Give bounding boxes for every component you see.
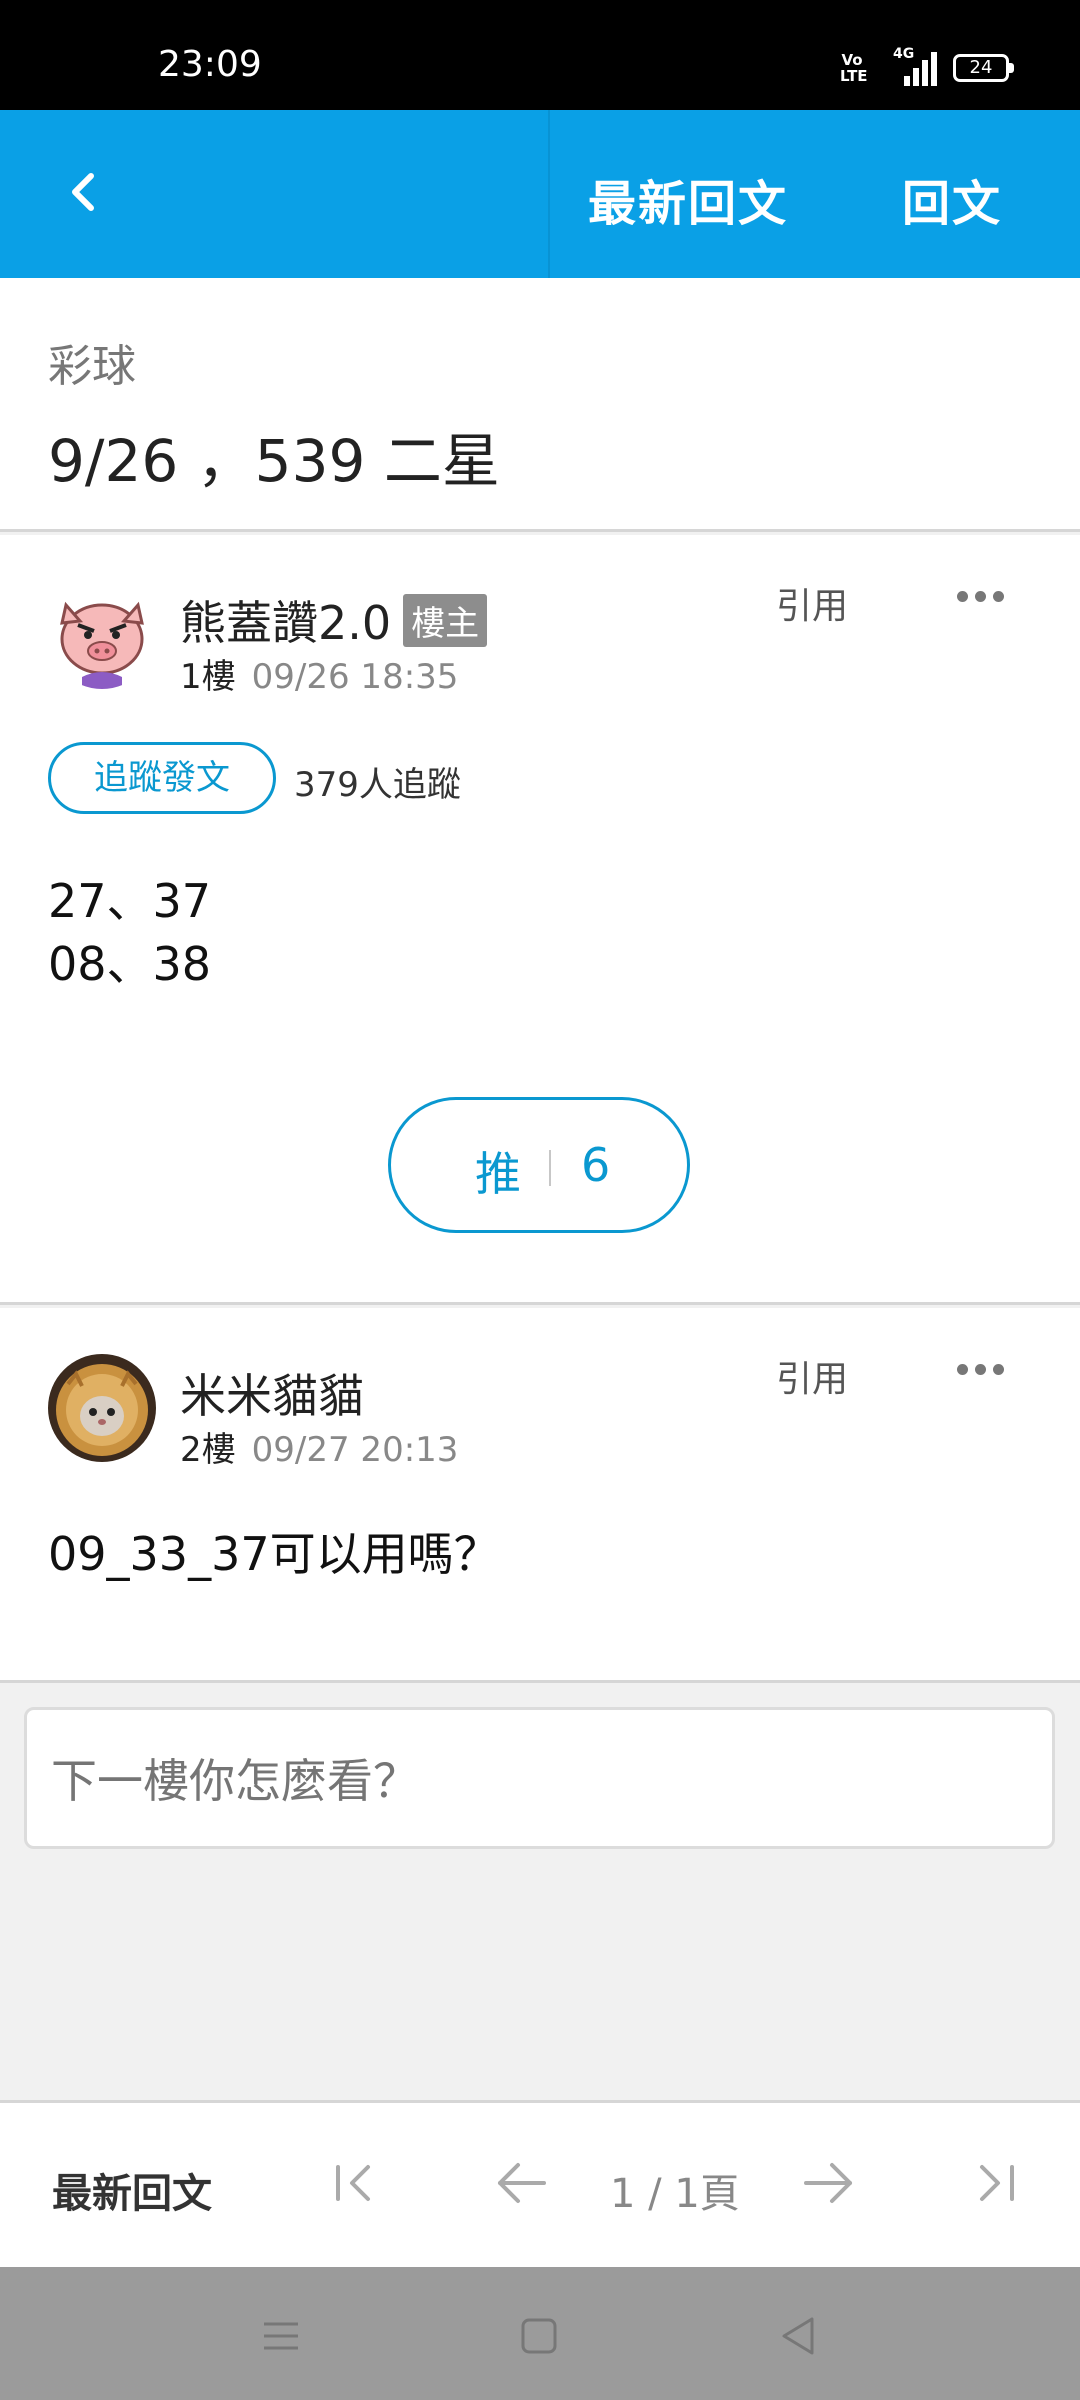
- username-text: 熊蓋讚2.0: [180, 596, 392, 650]
- floor-number: 1樓: [180, 657, 236, 697]
- post-floor-1: 熊蓋讚2.0 樓主 1樓 09/26 18:35 引用 追蹤發文 379人追蹤 27…: [0, 535, 1080, 1305]
- latest-replies-link[interactable]: 最新回文: [52, 2161, 212, 2219]
- post-body-line: 09_33_37可以用嗎？: [48, 1527, 500, 1581]
- volte-icon: Vo LTE: [840, 51, 868, 85]
- home-nav-button[interactable]: [516, 2313, 562, 2359]
- reply-input[interactable]: [51, 1754, 1031, 1808]
- author-badge: 樓主: [403, 594, 488, 647]
- back-nav-button[interactable]: [776, 2313, 822, 2359]
- arrow-right-icon: [804, 2163, 852, 2203]
- first-page-icon: [336, 2165, 370, 2201]
- back-triangle-icon: [782, 2317, 814, 2355]
- last-page-icon: [980, 2165, 1014, 2201]
- back-button[interactable]: [55, 162, 115, 222]
- post-body-line: 08、38: [48, 937, 212, 991]
- first-page-button[interactable]: [324, 2153, 384, 2213]
- board-category[interactable]: 彩球: [48, 330, 136, 394]
- thread-title: 9/26 ，539 二星: [48, 427, 500, 495]
- push-divider: [549, 1150, 551, 1186]
- reply-button[interactable]: 回文: [902, 164, 1002, 234]
- username[interactable]: 米米貓貓: [180, 1360, 364, 1426]
- more-options-icon[interactable]: [955, 587, 1005, 607]
- chevron-left-icon: [72, 173, 94, 211]
- avatar[interactable]: [48, 581, 156, 689]
- page-indicator: 1 / 1頁: [610, 2171, 740, 2217]
- post-floor-2: 米米貓貓 2樓 09/27 20:13 引用 09_33_37可以用嗎？: [0, 1308, 1080, 1683]
- follow-posts-button[interactable]: 追蹤發文: [48, 742, 276, 814]
- last-page-button[interactable]: [966, 2153, 1026, 2213]
- battery-icon: 24: [953, 54, 1009, 82]
- signal-icon: [880, 52, 937, 86]
- username[interactable]: 熊蓋讚2.0 樓主: [180, 587, 488, 653]
- reply-input-box[interactable]: [24, 1707, 1055, 1849]
- cat-lion-avatar-icon: [48, 1354, 156, 1462]
- more-options-icon[interactable]: [955, 1360, 1005, 1380]
- post-datetime: 09/26 18:35: [251, 657, 459, 697]
- thread-header: 彩球 9/26 ，539 二星: [0, 278, 1080, 532]
- status-bar: 23:09 Vo LTE 4G 24: [0, 0, 1080, 110]
- home-square-icon: [521, 2318, 557, 2354]
- post-body-line: 27、37: [48, 874, 212, 928]
- avatar[interactable]: [48, 1354, 156, 1462]
- pig-avatar-icon: [48, 581, 156, 689]
- push-count: 6: [581, 1138, 611, 1192]
- post-meta: 2樓 09/27 20:13: [180, 1422, 458, 1471]
- push-label: 推: [475, 1147, 521, 1201]
- post-meta: 1樓 09/26 18:35: [180, 649, 458, 698]
- quote-button[interactable]: 引用: [776, 1350, 848, 1402]
- follower-count: 379人追蹤: [294, 765, 461, 805]
- username-text: 米米貓貓: [180, 1369, 364, 1423]
- pagination-bar: 最新回文 1 / 1頁: [0, 2100, 1080, 2267]
- menu-nav-button[interactable]: [258, 2313, 304, 2359]
- status-time: 23:09: [158, 44, 262, 85]
- post-datetime: 09/27 20:13: [251, 1430, 459, 1470]
- app-bar: 最新回文 回文: [0, 110, 1080, 278]
- latest-replies-button[interactable]: 最新回文: [588, 164, 788, 234]
- battery-tip: [1009, 63, 1014, 73]
- system-navigation-bar: [0, 2267, 1080, 2400]
- menu-icon: [264, 2322, 298, 2350]
- quote-button[interactable]: 引用: [776, 577, 848, 629]
- push-button[interactable]: 推 6: [388, 1097, 690, 1233]
- app-bar-divider: [548, 110, 550, 278]
- arrow-left-icon: [498, 2163, 546, 2203]
- floor-number: 2樓: [180, 1430, 236, 1470]
- battery-level: 24: [969, 57, 993, 78]
- next-page-button[interactable]: [798, 2153, 858, 2213]
- prev-page-button[interactable]: [492, 2153, 552, 2213]
